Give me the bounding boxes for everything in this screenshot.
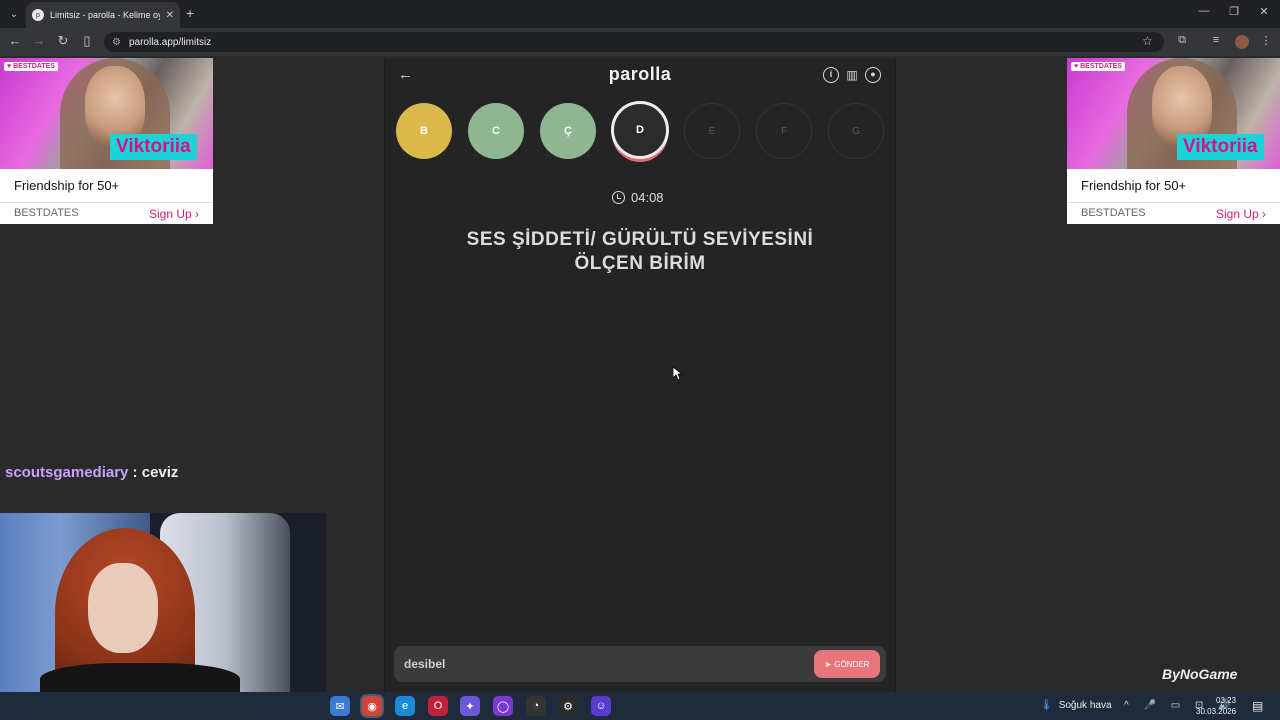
letter-circle-6: F [756,103,812,159]
tab-close-icon[interactable]: ✕ [166,10,174,21]
tab-title: Limitsiz - parolla - Kelime oyunu [50,10,160,20]
chat-username: scoutsgamediary [5,464,129,481]
ad-left[interactable]: ♥ BESTDATES Viktoriia Friendship for 50+… [0,58,213,224]
mail-app-icon[interactable]: ✉ [330,696,350,716]
question-line-1: SES ŞİDDETİ/ GÜRÜLTÜ SEVİYESİNİ [466,229,814,250]
clock-time: 03:23 [1216,696,1237,705]
forward-icon[interactable]: → [30,33,48,48]
notification-icon[interactable]: ▤ [1252,699,1263,713]
thermometer-icon: 🌡 [1040,700,1053,711]
ad-image: ♥ BESTDATES Viktoriia [1067,58,1280,169]
profile-avatar[interactable] [1235,35,1249,49]
ad-brand-logo: ♥ BESTDATES [4,62,58,71]
ad-headline: Friendship for 50+ [14,178,120,193]
letter-circle-3: Ç [540,103,596,159]
send-icon: ➤ [824,659,832,669]
taskbar-clock[interactable]: 03:23 30.03.2026 [1196,695,1236,717]
new-tab-button[interactable]: + [186,5,194,21]
stream-watermark: ByNoGame [1162,666,1238,682]
stats-icon[interactable]: ▥ [844,67,860,83]
question-line-2: ÖLÇEN BİRİM [574,253,706,274]
ad-name-label: Viktoriia [110,134,197,160]
speedometer-app-icon[interactable]: ◔ [526,696,546,716]
back-arrow-icon[interactable]: ← [398,66,413,83]
ad-right[interactable]: ♥ BESTDATES Viktoriia Friendship for 50+… [1067,58,1280,224]
tab-search-icon[interactable]: ⌄ [4,4,24,24]
send-button[interactable]: ➤ GÖNDER [814,650,880,678]
chat-text: ceviz [141,464,179,481]
site-info-icon[interactable]: ⚙ [112,37,121,48]
ad-name-label: Viktoriia [1177,134,1264,160]
ad-signup-link[interactable]: Sign Up › [149,207,199,221]
ad-footer: BESTDATES Sign Up › [0,202,213,224]
reload-icon[interactable]: ↻ [54,33,72,49]
mouse-cursor-icon [673,367,683,381]
favicon-icon: p [32,9,44,21]
menu-icon[interactable]: ⋮ [1258,34,1274,47]
app-logo[interactable]: parolla [560,64,720,85]
back-icon[interactable]: ← [6,33,24,48]
media-icon[interactable]: ≡ [1208,34,1224,46]
ad-footer-brand: BESTDATES [1081,207,1146,219]
copilot-app-icon[interactable]: ✦ [460,696,480,716]
bookmark-star-icon[interactable]: ☆ [1142,34,1153,48]
discord-app-icon[interactable]: ☺ [591,696,611,716]
restore-icon[interactable]: ❐ [1224,5,1244,18]
letter-circle-7: G [828,103,884,159]
webcam-person-shirt [40,663,240,693]
answer-bar: ➤ GÖNDER [394,646,886,682]
chrome-app-icon[interactable]: ◉ [362,696,382,716]
ad-footer-brand: BESTDATES [14,207,79,219]
letter-circle-2: C [468,103,524,159]
user-icon[interactable]: ● [865,67,881,83]
sidebar-icon[interactable]: ▯ [78,33,96,49]
minimize-icon[interactable]: — [1194,5,1214,17]
ad-footer: BESTDATES Sign Up › [1067,202,1280,224]
ad-image: ♥ BESTDATES Viktoriia [0,58,213,169]
opera-app-icon[interactable]: O [428,696,448,716]
chat-separator: : [128,464,142,481]
timer: 04:08 [612,190,664,205]
ad-brand-logo: ♥ BESTDATES [1071,62,1125,71]
extensions-icon[interactable]: ⧉ [1174,34,1190,47]
obs-app-icon[interactable]: ◯ [493,696,513,716]
browser-tab[interactable]: p Limitsiz - parolla - Kelime oyunu ✕ [26,2,180,28]
settings-app-icon[interactable]: ⚙ [558,696,578,716]
ad-signup-link[interactable]: Sign Up › [1216,207,1266,221]
address-bar[interactable]: ⚙ parolla.app/limitsiz [104,32,1164,52]
question-text: SES ŞİDDETİ/ GÜRÜLTÜ SEVİYESİNİ ÖLÇEN Bİ… [430,228,850,276]
weather-text: Soğuk hava [1058,700,1112,711]
webcam-overlay [0,513,326,693]
ad-headline: Friendship for 50+ [1081,178,1187,193]
letter-circle-5: E [684,103,740,159]
edge-app-icon[interactable]: e [395,696,415,716]
weather-widget[interactable]: 🌡 Soğuk hava [1040,700,1112,711]
url-text: parolla.app/limitsiz [128,36,212,48]
timer-value: 04:08 [631,190,664,205]
answer-input[interactable] [404,654,804,674]
clock-date: 30.03.2026 [1196,707,1237,716]
webcam-person-face [88,563,158,653]
letter-circle-1: B [396,103,452,159]
info-icon[interactable]: i [823,67,839,83]
clock-icon [612,191,625,204]
close-window-icon[interactable]: ✕ [1254,5,1274,18]
send-label: GÖNDER [834,659,870,669]
chat-message: scoutsgamediary : ceviz [5,464,178,481]
letter-circle-4: D [611,101,669,159]
